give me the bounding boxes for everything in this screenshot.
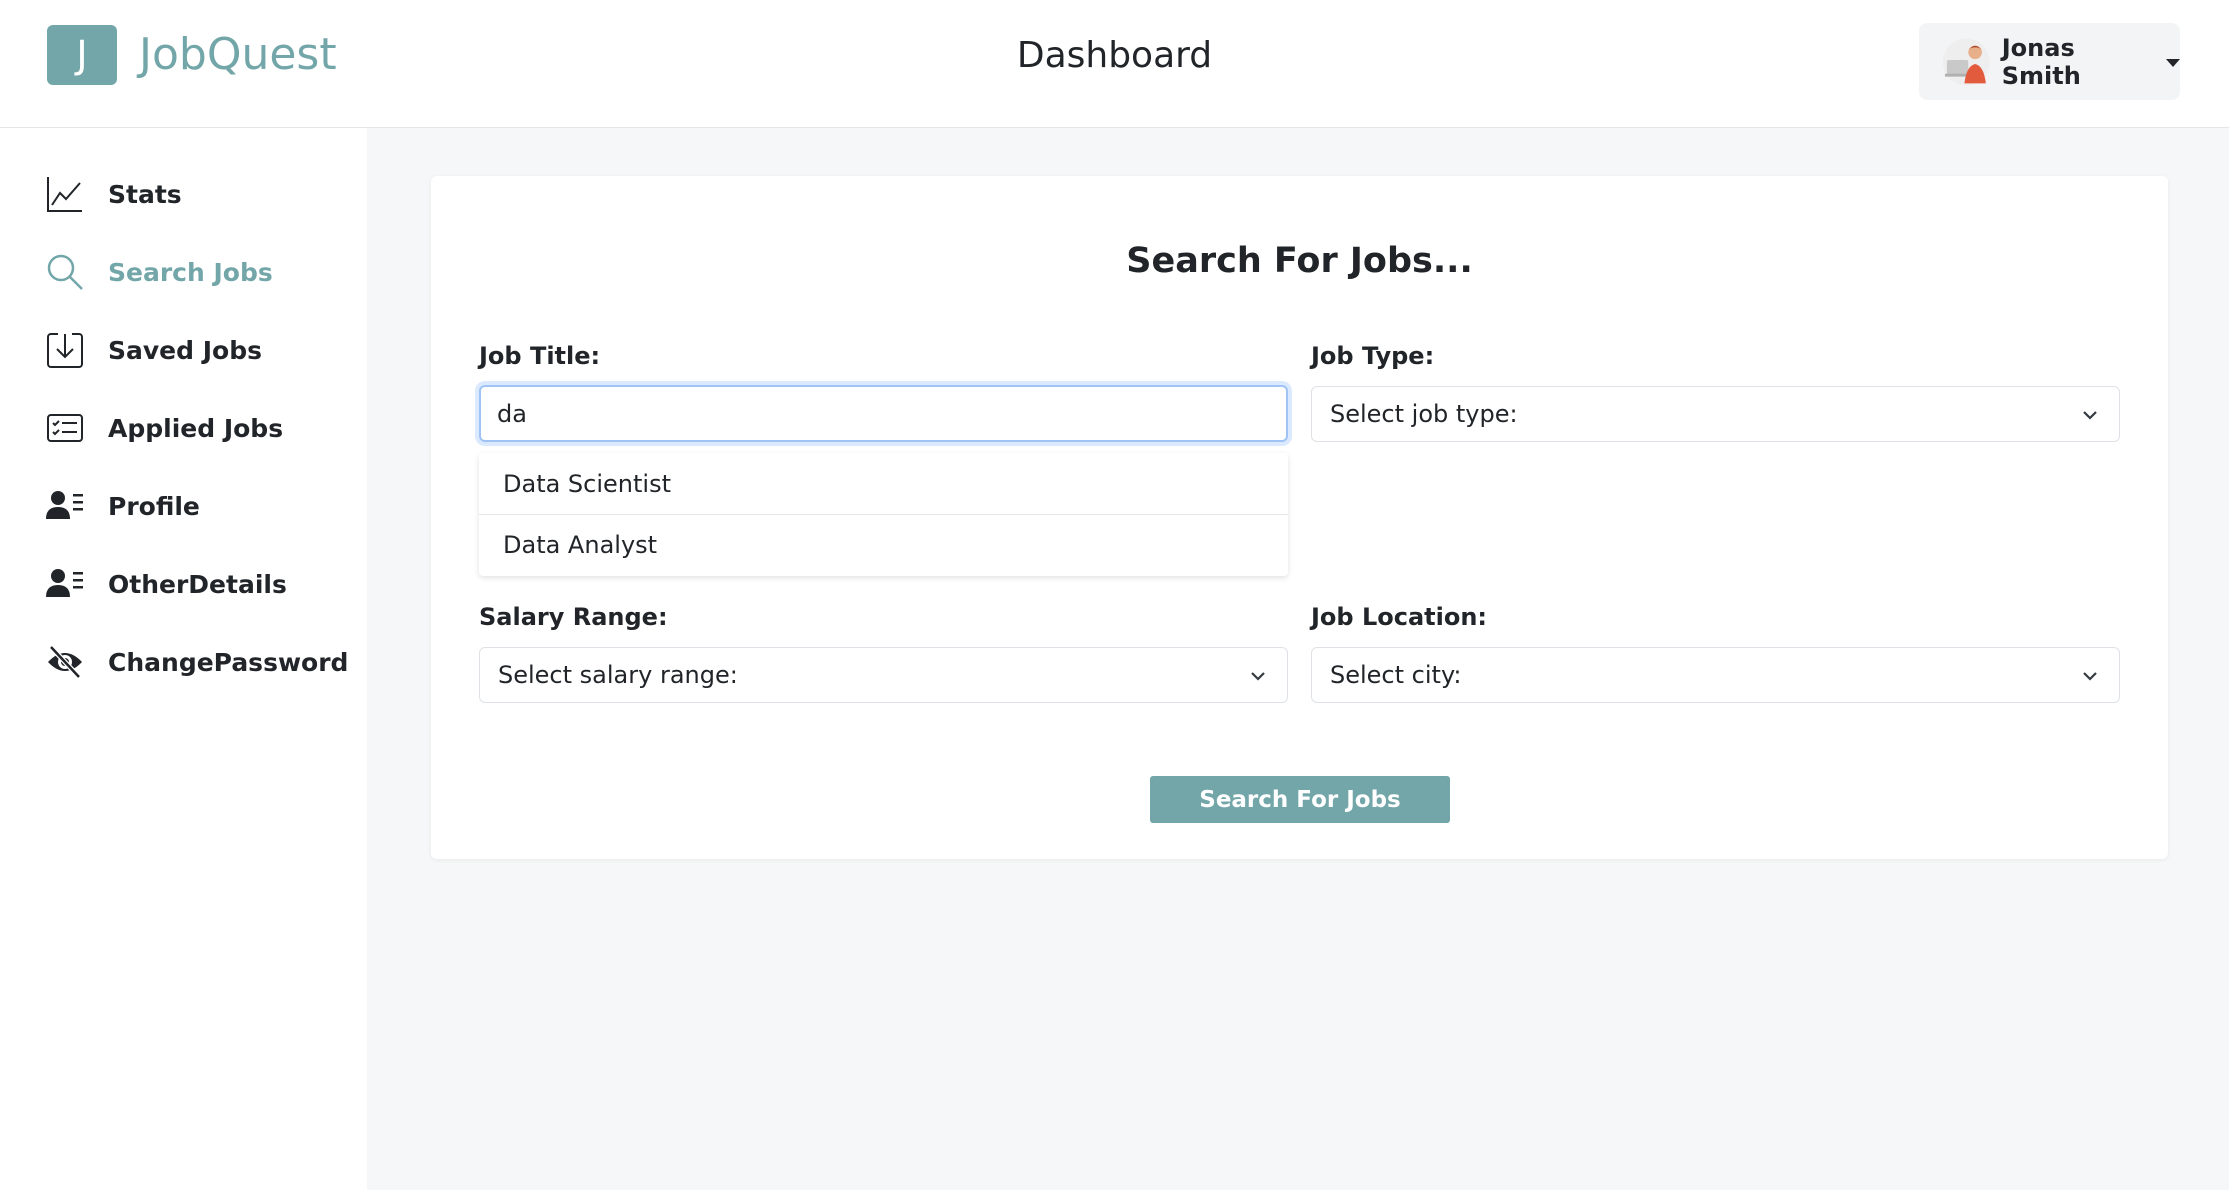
suggestion-item[interactable]: Data Scientist bbox=[479, 453, 1288, 514]
salary-range-label: Salary Range: bbox=[479, 603, 668, 631]
salary-range-selected: Select salary range: bbox=[498, 661, 738, 689]
job-title-suggestions: Data Scientist Data Analyst bbox=[479, 453, 1288, 576]
job-title-label: Job Title: bbox=[479, 342, 601, 370]
sidebar-item-profile[interactable]: Profile bbox=[46, 482, 346, 530]
sidebar-item-other-details[interactable]: OtherDetails bbox=[46, 560, 346, 608]
suggestion-item[interactable]: Data Analyst bbox=[479, 514, 1288, 575]
salary-range-select[interactable]: Select salary range: bbox=[479, 647, 1288, 703]
sidebar-item-applied-jobs[interactable]: Applied Jobs bbox=[46, 404, 346, 452]
chevron-down-icon bbox=[1251, 672, 1265, 681]
chart-line-icon bbox=[46, 175, 84, 213]
chevron-down-icon bbox=[2083, 672, 2097, 681]
page-title: Dashboard bbox=[1016, 35, 1213, 76]
job-title-input[interactable] bbox=[479, 385, 1288, 442]
caret-down-icon bbox=[2166, 58, 2180, 67]
job-location-selected: Select city: bbox=[1330, 661, 1462, 689]
sidebar-item-change-password[interactable]: ChangePassword bbox=[46, 638, 349, 686]
sidebar-item-label: Profile bbox=[108, 491, 200, 521]
sidebar-item-label: ChangePassword bbox=[108, 647, 349, 677]
job-type-label: Job Type: bbox=[1311, 342, 1435, 370]
user-list-icon bbox=[46, 487, 84, 525]
job-type-select[interactable]: Select job type: bbox=[1311, 386, 2120, 442]
search-jobs-button[interactable]: Search For Jobs bbox=[1150, 776, 1450, 823]
search-icon bbox=[46, 253, 84, 291]
chevron-down-icon bbox=[2083, 411, 2097, 420]
search-heading: Search For Jobs... bbox=[1126, 241, 1473, 281]
sidebar-item-saved-jobs[interactable]: Saved Jobs bbox=[46, 326, 346, 374]
sidebar-item-label: Stats bbox=[108, 179, 182, 209]
user-list-icon bbox=[46, 565, 84, 603]
job-location-select[interactable]: Select city: bbox=[1311, 647, 2120, 703]
job-location-label: Job Location: bbox=[1311, 603, 1488, 631]
sidebar-item-label: Applied Jobs bbox=[108, 413, 284, 443]
sidebar-item-label: Saved Jobs bbox=[108, 335, 262, 365]
user-menu-button[interactable]: Jonas Smith bbox=[1919, 23, 2180, 100]
sidebar: Stats Search Jobs Saved Jobs Applied Job… bbox=[0, 128, 367, 1190]
download-box-icon bbox=[46, 331, 84, 369]
sidebar-item-label: OtherDetails bbox=[108, 569, 287, 599]
user-name: Jonas Smith bbox=[2001, 33, 2081, 90]
search-card: Search For Jobs... Job Title: Data Scien… bbox=[431, 176, 2168, 859]
avatar bbox=[1943, 38, 1990, 85]
sidebar-item-stats[interactable]: Stats bbox=[46, 170, 346, 218]
top-header: J JobQuest Dashboard Jonas Smith bbox=[0, 0, 2229, 128]
sidebar-item-search-jobs[interactable]: Search Jobs bbox=[46, 248, 346, 296]
checklist-card-icon bbox=[46, 409, 84, 447]
sidebar-item-label: Search Jobs bbox=[108, 257, 273, 287]
job-type-selected: Select job type: bbox=[1330, 400, 1518, 428]
eye-slash-icon bbox=[46, 643, 84, 681]
